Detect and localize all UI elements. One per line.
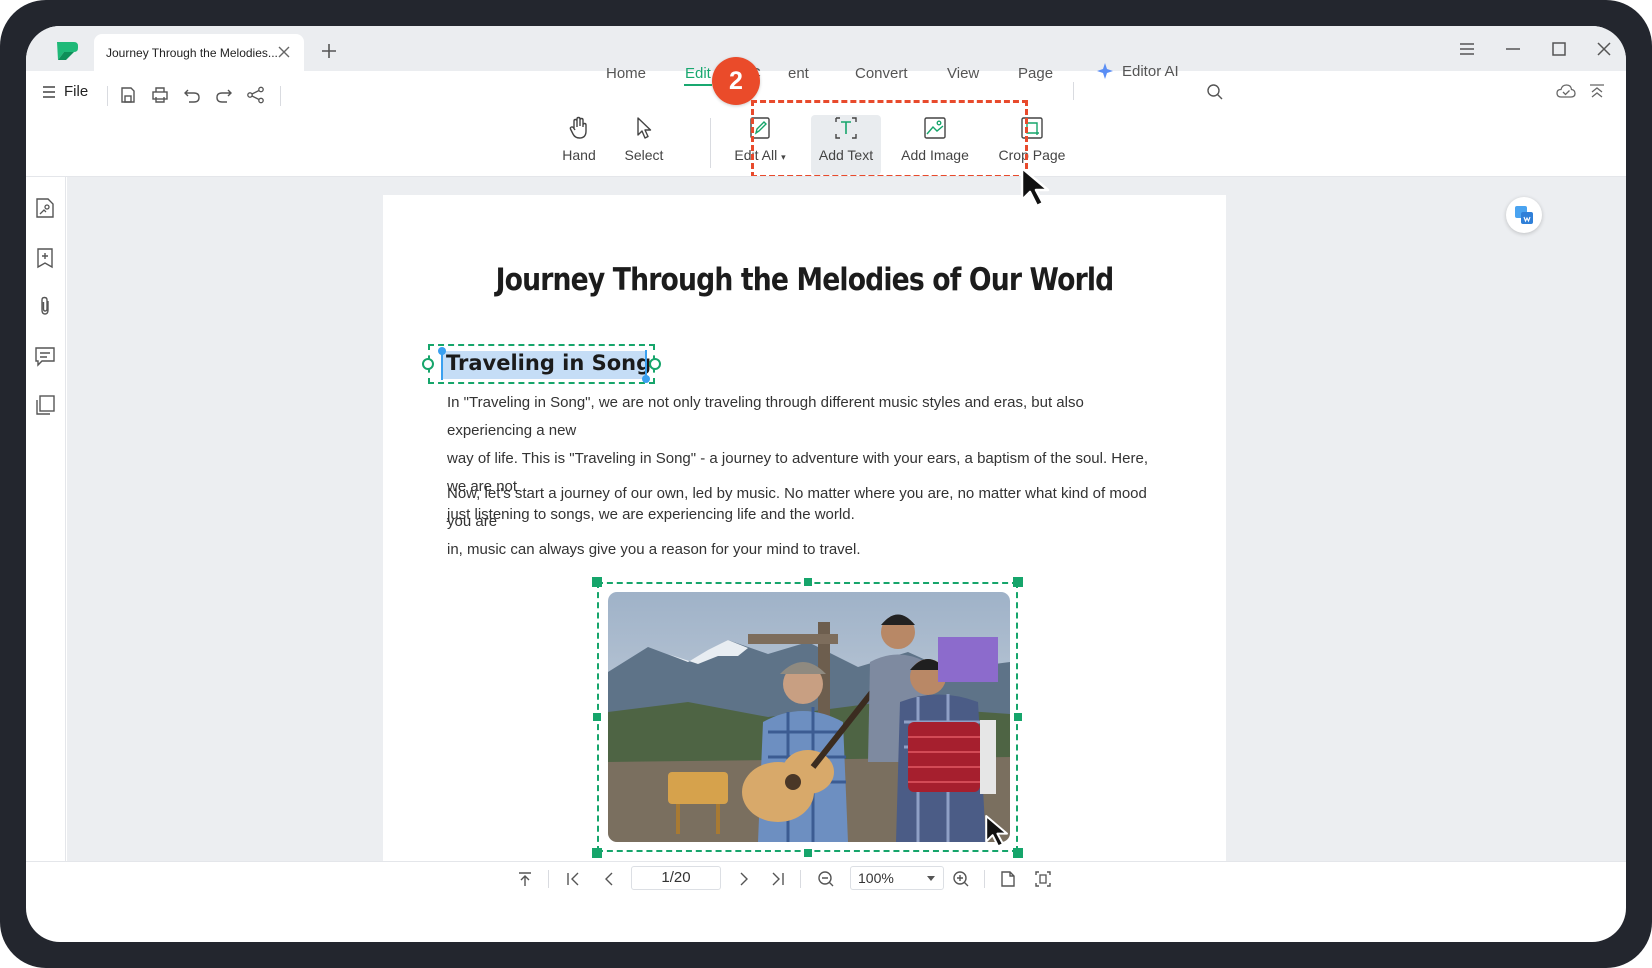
undo-icon[interactable] [182,85,202,105]
divider [107,86,108,106]
app-logo-icon [57,42,78,60]
hand-tool-button[interactable]: Hand [554,115,604,175]
bookmark-add-icon[interactable] [34,247,56,269]
section-heading[interactable]: Traveling in Song [446,351,651,375]
title-bar: Journey Through the Melodies... [26,26,1626,71]
select-label: Select [624,147,664,163]
hand-icon [569,116,587,139]
file-menu[interactable]: File [42,83,88,100]
save-icon[interactable] [118,85,138,105]
chevron-down-icon [927,876,935,881]
file-label: File [64,83,89,100]
document-tab[interactable]: Journey Through the Melodies... [94,34,304,71]
single-page-view-icon[interactable] [999,870,1017,888]
editor-ai-button[interactable]: Editor AI [1096,62,1179,80]
comment-icon[interactable] [34,345,56,367]
resize-handle-top-left[interactable] [592,577,602,587]
sparkle-icon [1097,63,1113,79]
search-icon[interactable] [1206,83,1224,101]
resize-handle-right[interactable] [649,358,661,370]
resize-handle-bottom[interactable] [804,849,812,857]
share-icon[interactable] [246,85,266,105]
mouse-cursor-icon [1020,166,1050,208]
zoom-in-icon[interactable] [952,870,970,888]
plus-icon[interactable] [320,42,338,60]
redo-icon[interactable] [214,85,234,105]
pointer-icon [637,117,652,139]
mouse-cursor-icon [985,815,1008,848]
tab-content-end[interactable]: ent [788,65,809,82]
resize-handle-bottom-left[interactable] [592,848,602,858]
collapse-toolbar-icon[interactable] [1588,82,1606,100]
divider [1073,82,1074,100]
document-title[interactable]: Journey Through the Melodies of Our Worl… [442,262,1167,298]
divider [280,86,281,106]
maximize-icon[interactable] [1550,40,1568,58]
status-bar: 1/20 100% [26,861,1626,893]
app-window: Journey Through the Melodies... File Hom… [26,26,1626,942]
close-icon[interactable] [276,44,292,60]
tab-home[interactable]: Home [606,65,646,82]
last-page-icon[interactable] [769,870,787,888]
selection-handle-end[interactable] [642,375,650,383]
hand-label: Hand [562,147,596,163]
divider [548,870,549,888]
active-tab-underline [684,84,712,86]
menu-lines-icon [43,85,55,98]
zoom-value: 100% [858,870,894,886]
tab-page[interactable]: Page [1018,65,1053,82]
left-sidebar [26,177,66,861]
thumbnail-icon[interactable] [34,197,56,219]
selection-handle-start[interactable] [438,347,446,355]
divider [800,870,801,888]
divider [710,118,711,168]
previous-page-icon[interactable] [600,870,618,888]
resize-handle-left[interactable] [422,358,434,370]
select-tool-button[interactable]: Select [614,115,674,175]
page-number-input[interactable]: 1/20 [631,866,721,890]
tab-view[interactable]: View [947,65,979,82]
window-close-icon[interactable] [1595,40,1613,58]
text-box-selected[interactable]: Traveling in Song [422,344,661,384]
first-page-top-icon[interactable] [516,870,534,888]
paragraph-2[interactable]: Now, let's start a journey of our own, l… [447,480,1167,564]
image-selection-box[interactable] [597,582,1018,852]
minimize-icon[interactable] [1504,40,1522,58]
attachment-icon[interactable] [34,295,56,317]
divider [984,870,985,888]
next-page-icon[interactable] [735,870,753,888]
fit-page-icon[interactable] [1034,870,1052,888]
print-icon[interactable] [150,85,170,105]
resize-handle-top[interactable] [804,578,812,586]
first-page-icon[interactable] [564,870,582,888]
zoom-select[interactable]: 100% [850,866,944,890]
pages-icon[interactable] [34,394,56,416]
step-badge: 2 [712,57,760,105]
device-frame: Journey Through the Melodies... File Hom… [0,0,1652,968]
resize-handle-left[interactable] [593,713,601,721]
resize-handle-top-right[interactable] [1013,577,1023,587]
resize-handle-right[interactable] [1014,713,1022,721]
editor-ai-label: Editor AI [1122,62,1179,80]
highlight-annotation [751,100,1028,178]
tab-edit[interactable]: Edit [685,65,711,82]
tab-convert[interactable]: Convert [855,65,908,82]
hamburger-menu-icon[interactable] [1458,40,1476,58]
translate-button[interactable] [1506,197,1542,233]
translate-icon [1515,206,1533,224]
cloud-icon[interactable] [1556,82,1576,100]
tab-title: Journey Through the Melodies... [106,46,278,60]
zoom-out-icon[interactable] [817,870,835,888]
pdf-page[interactable]: Journey Through the Melodies of Our Worl… [383,195,1226,861]
